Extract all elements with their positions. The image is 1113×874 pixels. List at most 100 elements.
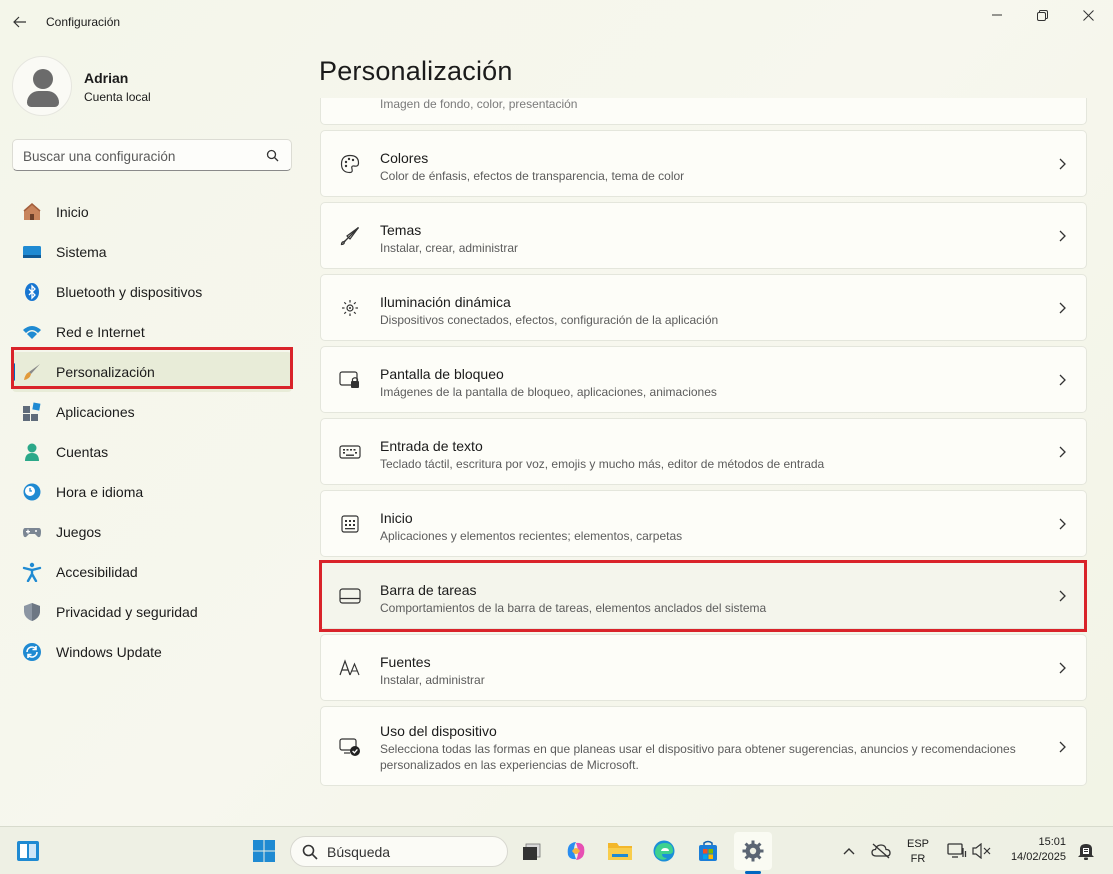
- card-title: Fuentes: [380, 654, 431, 670]
- card-title: Inicio: [380, 510, 413, 526]
- sidebar-item-label: Red e Internet: [56, 324, 145, 340]
- card-fuentes[interactable]: Fuentes Instalar, administrar: [320, 634, 1087, 701]
- card-iluminacion-dinamica[interactable]: Iluminación dinámica Dispositivos conect…: [320, 274, 1087, 341]
- card-subtitle: Teclado táctil, escritura por voz, emoji…: [380, 457, 825, 471]
- brush-icon: [339, 225, 361, 247]
- back-arrow-icon: [13, 16, 26, 28]
- start-menu-icon: [339, 513, 361, 535]
- chevron-right-icon: [1056, 518, 1068, 530]
- clock[interactable]: 15:01 14/02/2025: [998, 836, 1066, 863]
- sidebar-item-juegos[interactable]: Juegos: [12, 512, 292, 552]
- system-icon: [22, 242, 42, 262]
- search-input[interactable]: [23, 146, 263, 166]
- apps-icon: [22, 402, 42, 422]
- search-icon: [302, 844, 318, 860]
- card-uso-del-dispositivo[interactable]: Uso del dispositivo Selecciona todas las…: [320, 706, 1087, 786]
- palette-icon: [339, 153, 361, 175]
- settings-window: Configuración Adrian Cuenta local Inicio: [0, 0, 1113, 826]
- card-title: Iluminación dinámica: [380, 294, 511, 310]
- sidebar-item-inicio[interactable]: Inicio: [12, 192, 292, 232]
- store-button[interactable]: [692, 835, 724, 867]
- card-temas[interactable]: Temas Instalar, crear, administrar: [320, 202, 1087, 269]
- page-title: Personalización: [319, 56, 513, 86]
- card-subtitle: Imagen de fondo, color, presentación: [380, 98, 578, 111]
- card-entrada-de-texto[interactable]: Entrada de texto Teclado táctil, escritu…: [320, 418, 1087, 485]
- widgets-button[interactable]: [12, 835, 44, 867]
- minimize-button[interactable]: [974, 4, 1020, 26]
- dynamic-lighting-icon: [339, 297, 361, 319]
- language-bottom: FR: [910, 853, 926, 865]
- time-language-icon: [22, 482, 42, 502]
- sidebar-item-label: Sistema: [56, 244, 107, 260]
- file-explorer-button[interactable]: [604, 835, 636, 867]
- accessibility-icon: [22, 562, 42, 582]
- accounts-icon: [22, 442, 42, 462]
- avatar[interactable]: [12, 56, 72, 116]
- card-subtitle: Instalar, crear, administrar: [380, 241, 519, 255]
- volume-button[interactable]: [965, 835, 997, 867]
- folder-icon: [608, 843, 632, 860]
- clock-time: 15:01: [1038, 836, 1066, 848]
- card-fondo-partial[interactable]: Imagen de fondo, color, presentación: [320, 98, 1087, 125]
- chevron-right-icon: [1056, 302, 1068, 314]
- card-title: Colores: [380, 150, 429, 166]
- close-icon: [1082, 9, 1094, 21]
- edge-button[interactable]: [648, 835, 680, 867]
- wifi-icon: [22, 322, 42, 342]
- card-pantalla-de-bloqueo[interactable]: Pantalla de bloqueo Imágenes de la panta…: [320, 346, 1087, 413]
- sidebar-item-cuentas[interactable]: Cuentas: [12, 432, 292, 472]
- sidebar-item-label: Inicio: [56, 204, 89, 220]
- start-button[interactable]: [248, 835, 280, 867]
- sidebar-item-label: Personalización: [56, 364, 155, 380]
- task-view-button[interactable]: [516, 835, 548, 867]
- onedrive-button[interactable]: [865, 835, 897, 867]
- card-inicio[interactable]: Inicio Aplicaciones y elementos reciente…: [320, 490, 1087, 557]
- keyboard-icon: [339, 441, 361, 463]
- sidebar-item-label: Aplicaciones: [56, 404, 135, 420]
- taskbar-search[interactable]: Búsqueda: [290, 836, 508, 867]
- chevron-right-icon: [1056, 374, 1068, 386]
- card-subtitle: Instalar, administrar: [380, 673, 485, 687]
- card-title: Pantalla de bloqueo: [380, 366, 504, 382]
- minimize-icon: [992, 14, 1002, 16]
- account-type: Cuenta local: [84, 90, 151, 104]
- card-barra-de-tareas[interactable]: Barra de tareas Comportamientos de la ba…: [320, 562, 1087, 629]
- chevron-right-icon: [1056, 662, 1068, 674]
- sidebar-item-red[interactable]: Red e Internet: [12, 312, 292, 352]
- sidebar-item-accesibilidad[interactable]: Accesibilidad: [12, 552, 292, 592]
- gamepad-icon: [22, 522, 42, 542]
- settings-taskbar-button[interactable]: [737, 835, 769, 867]
- title-bar: Configuración: [0, 0, 1113, 44]
- sidebar-item-bluetooth[interactable]: Bluetooth y dispositivos: [12, 272, 292, 312]
- sidebar-item-label: Cuentas: [56, 444, 109, 460]
- card-subtitle: Dispositivos conectados, efectos, config…: [380, 313, 719, 327]
- sidebar-item-hora[interactable]: Hora e idioma: [12, 472, 292, 512]
- tray-overflow-button[interactable]: [833, 835, 865, 867]
- restore-button[interactable]: [1019, 4, 1065, 26]
- card-colores[interactable]: Colores Color de énfasis, efectos de tra…: [320, 130, 1087, 197]
- sidebar-item-personalizacion[interactable]: Personalización: [12, 352, 292, 392]
- sidebar-item-label: Juegos: [56, 524, 102, 540]
- settings-list: Imagen de fondo, color, presentación Col…: [320, 98, 1087, 798]
- sidebar-item-privacidad[interactable]: Privacidad y seguridad: [12, 592, 292, 632]
- settings-search[interactable]: [12, 139, 292, 171]
- sidebar-item-sistema[interactable]: Sistema: [12, 232, 292, 272]
- cloud-offline-icon: [871, 843, 891, 859]
- input-language-button[interactable]: ESP FR: [903, 838, 933, 865]
- fonts-icon: [339, 657, 361, 679]
- sidebar-item-windows-update[interactable]: Windows Update: [12, 632, 292, 672]
- gear-icon: [742, 840, 764, 862]
- copilot-button[interactable]: [560, 835, 592, 867]
- volume-muted-icon: [972, 843, 991, 859]
- sidebar-item-label: Accesibilidad: [56, 564, 138, 580]
- clock-date: 14/02/2025: [1010, 851, 1066, 863]
- sidebar-item-aplicaciones[interactable]: Aplicaciones: [12, 392, 292, 432]
- search-icon: [266, 149, 279, 162]
- chevron-up-icon: [843, 848, 855, 855]
- back-button[interactable]: [10, 12, 30, 32]
- close-button[interactable]: [1065, 4, 1111, 26]
- notifications-button[interactable]: [1070, 835, 1102, 867]
- home-icon: [22, 202, 42, 222]
- sidebar-item-label: Bluetooth y dispositivos: [56, 284, 203, 300]
- sidebar-item-label: Privacidad y seguridad: [56, 604, 198, 620]
